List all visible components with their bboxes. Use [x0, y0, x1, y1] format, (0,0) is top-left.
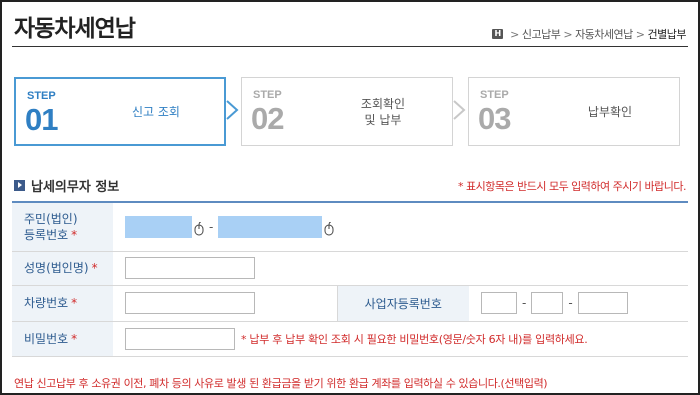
breadcrumb-separator: >: [563, 27, 573, 41]
breadcrumb-item[interactable]: 자동차세연납: [575, 26, 633, 42]
step-1: STEP 01 신고 조회: [14, 77, 226, 146]
biz-dash: -: [568, 296, 573, 310]
taxpayer-form: 주민(법인) 등록번호 * - 성명(법인명) * 차량번호 * 사업자등록번호 -- …: [12, 201, 688, 357]
step-number: 01: [25, 102, 58, 137]
name-input[interactable]: [125, 257, 255, 279]
breadcrumb: H > 신고납부 > 자동차세연납 > 건별납부: [492, 26, 687, 42]
bullet-arrow-icon: [14, 180, 25, 191]
password-note: * 납부 후 납부 확인 조회 시 필요한 비밀번호(영문/숫자 6자 내)를 …: [241, 332, 588, 346]
step-arrow-icon: [226, 100, 239, 120]
step-word: STEP: [253, 89, 282, 101]
page-title: 자동차세연납: [14, 16, 136, 42]
section-title: 납세의무자 정보: [14, 176, 119, 195]
step-3: STEP 03 납부확인: [468, 77, 680, 146]
rrn-second-input[interactable]: [218, 215, 323, 238]
password-input[interactable]: [125, 327, 235, 350]
step-2: STEP 02 조회확인 및 납부: [241, 77, 453, 146]
biz-number-input-2[interactable]: [531, 292, 564, 314]
breadcrumb-separator: >: [635, 27, 645, 41]
step-number: 03: [478, 101, 511, 136]
car-number-input[interactable]: [125, 292, 255, 314]
home-icon[interactable]: H: [492, 29, 504, 39]
title-divider: [12, 46, 688, 47]
form-row-rrn: 주민(법인) 등록번호 * -: [12, 202, 688, 252]
rrn-label: 주민(법인) 등록번호 *: [12, 202, 113, 252]
business-number-label: 사업자등록번호: [336, 285, 469, 322]
breadcrumb-item[interactable]: 신고납부: [522, 26, 561, 42]
required-note: * 표시항목은 반드시 모두 입력하여 주시기 바랍니다.: [458, 180, 687, 193]
step-label: 신고 조회: [132, 104, 180, 119]
form-row-car: 차량번호 * 사업자등록번호 - -: [12, 285, 688, 322]
breadcrumb-current: 건별납부: [647, 28, 687, 41]
step-label: 조회확인 및 납부: [360, 96, 406, 127]
rrn-dash: -: [209, 219, 214, 234]
rrn-first-input[interactable]: [125, 215, 192, 238]
form-row-name: 성명(법인명) *: [12, 251, 688, 286]
biz-dash: -: [522, 296, 527, 310]
biz-number-input-3[interactable]: [577, 292, 628, 314]
refund-account-note: 연납 신고납부 후 소유권 이전, 폐차 등의 사유로 발생 된 환급금을 받기…: [14, 377, 548, 390]
password-label: 비밀번호 *: [12, 321, 113, 357]
step-arrow-icon: [453, 100, 466, 120]
step-word: STEP: [480, 89, 509, 101]
car-number-label: 차량번호 *: [12, 285, 113, 322]
biz-number-input-1[interactable]: [481, 292, 517, 314]
step-label: 납부확인: [587, 104, 633, 119]
name-label: 성명(법인명) *: [12, 251, 113, 286]
mouse-icon[interactable]: [324, 221, 334, 236]
step-number: 02: [251, 101, 284, 136]
form-row-password: 비밀번호 * * 납부 후 납부 확인 조회 시 필요한 비밀번호(영문/숫자 6…: [12, 321, 688, 357]
mouse-icon[interactable]: [194, 221, 204, 236]
breadcrumb-separator: >: [510, 27, 519, 41]
step-word: STEP: [27, 90, 56, 102]
